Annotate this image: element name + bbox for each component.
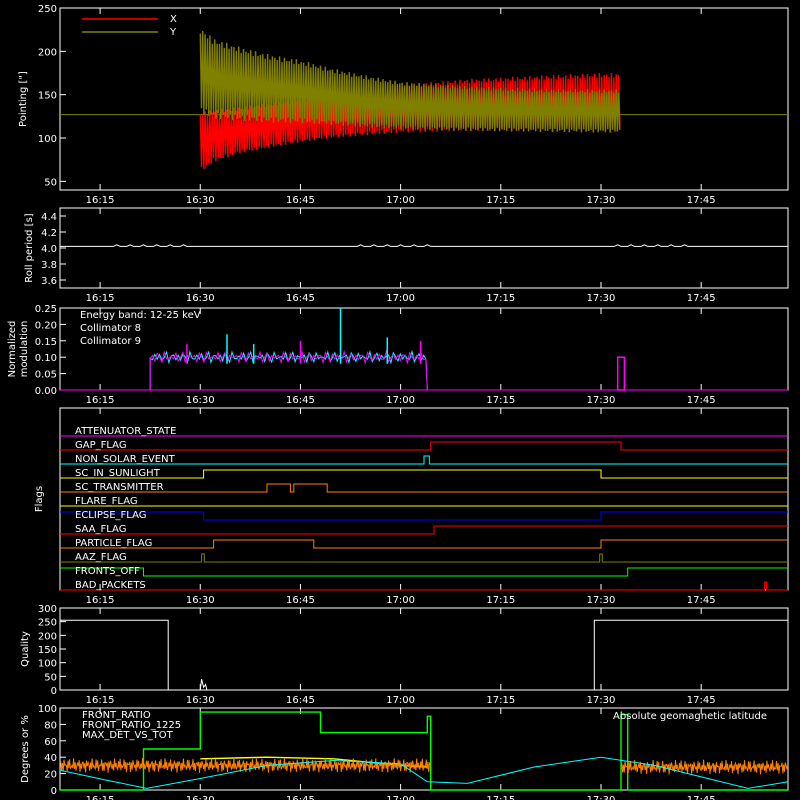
modulation-xtick-label: 17:45: [687, 395, 716, 406]
pointing-ytick-label: 100: [38, 134, 57, 145]
modulation-legend-2: Collimator 9: [80, 336, 141, 347]
fronts-xtick-label: 17:00: [386, 795, 415, 800]
flag-label-flare-flag: FLARE_FLAG: [75, 496, 138, 507]
quality-ytick-label: 250: [38, 618, 57, 629]
roll-xtick-label: 16:45: [286, 293, 315, 304]
pointing-ytick-label: 200: [38, 47, 57, 58]
fronts-ytick-label: 80: [44, 720, 57, 731]
fronts-ytick-label: 0: [51, 786, 57, 797]
pointing-ytick-label: 50: [44, 177, 57, 188]
pointing-xtick-label: 17:45: [687, 195, 716, 206]
roll-xtick-label: 16:15: [86, 293, 115, 304]
pointing-xtick-label: 17:00: [386, 195, 415, 206]
roll-xtick-label: 17:30: [587, 293, 616, 304]
flags-xtick-label: 17:15: [486, 595, 515, 606]
fronts-legend-max-det-vs-tot: MAX_DET_VS_TOT: [82, 730, 174, 741]
pointing-xtick-label: 17:30: [587, 195, 616, 206]
quality-ytick-label: 200: [38, 631, 57, 642]
modulation-ytick-label: 0.15: [35, 337, 57, 348]
flag-label-sc-in-sunlight: SC_IN_SUNLIGHT: [75, 468, 161, 479]
flags-ylabel: Flags: [34, 486, 45, 512]
flag-label-saa-flag: SAA_FLAG: [75, 524, 126, 535]
flag-label-particle-flag: PARTICLE_FLAG: [75, 538, 152, 549]
quality-xtick-label: 17:15: [486, 695, 515, 706]
modulation-ytick-label: 0.10: [35, 353, 57, 364]
fronts-ytick-label: 60: [44, 737, 57, 748]
roll-ytick-label: 4.0: [41, 244, 57, 255]
quality-ytick-label: 100: [38, 659, 57, 670]
modulation-ylabel-line2: modulation: [19, 321, 30, 378]
quality-xtick-label: 16:45: [286, 695, 315, 706]
roll-ytick-label: 3.8: [41, 260, 57, 271]
modulation-xtick-label: 17:00: [386, 395, 415, 406]
modulation-ylabel-line1: Normalized: [7, 321, 18, 378]
fronts-xtick-label: 17:45: [687, 795, 716, 800]
fronts-annotation-geomagnetic: Absolute geomagnetic latitude: [613, 711, 767, 722]
roll-ytick-label: 4.2: [41, 228, 57, 239]
modulation-legend-1: Collimator 8: [80, 323, 141, 334]
roll-ytick-label: 3.6: [41, 276, 57, 287]
fronts-xtick-label: 16:30: [186, 795, 215, 800]
modulation-xtick-label: 16:15: [86, 395, 115, 406]
flag-label-non-solar-event: NON_SOLAR_EVENT: [75, 454, 176, 465]
quality-xtick-label: 17:45: [687, 695, 716, 706]
fronts-ytick-label: 40: [44, 753, 57, 764]
fronts-xtick-label: 16:45: [286, 795, 315, 800]
fronts-xtick-label: 17:30: [587, 795, 616, 800]
flag-label-eclipse-flag: ECLIPSE_FLAG: [75, 510, 146, 521]
quality-ytick-label: 300: [38, 604, 57, 615]
fronts-ytick-label: 100: [38, 704, 57, 715]
pointing-legend-label-x: X: [170, 14, 177, 25]
quality-ytick-label: 150: [38, 645, 57, 656]
roll-ytick-label: 4.4: [41, 212, 57, 223]
fronts-xtick-label: 16:15: [86, 795, 115, 800]
fronts-xtick-label: 17:15: [486, 795, 515, 800]
flags-xtick-label: 16:15: [86, 595, 115, 606]
flags-xtick-label: 16:45: [286, 595, 315, 606]
fronts-ylabel: Degrees or %: [20, 715, 31, 783]
flags-xtick-label: 17:00: [386, 595, 415, 606]
quality-xtick-label: 16:15: [86, 695, 115, 706]
quality-xtick-label: 17:00: [386, 695, 415, 706]
flag-label-fronts-off: FRONTS_OFF: [75, 566, 140, 577]
pointing-ytick-label: 250: [38, 4, 57, 15]
modulation-energy-band-label: Energy band: 12-25 keV: [80, 310, 201, 321]
roll-xtick-label: 17:45: [687, 293, 716, 304]
roll-xtick-label: 16:30: [186, 293, 215, 304]
modulation-ytick-label: 0.25: [35, 304, 57, 315]
quality-xtick-label: 17:30: [587, 695, 616, 706]
flag-label-gap-flag: GAP_FLAG: [75, 440, 127, 451]
modulation-ytick-label: 0.20: [35, 320, 57, 331]
quality-xtick-label: 16:30: [186, 695, 215, 706]
roll-xtick-label: 17:15: [486, 293, 515, 304]
pointing-xtick-label: 16:45: [286, 195, 315, 206]
modulation-xtick-label: 17:15: [486, 395, 515, 406]
pointing-legend-label-y: Y: [169, 27, 177, 38]
modulation-xtick-label: 17:30: [587, 395, 616, 406]
pointing-ytick-label: 150: [38, 91, 57, 102]
pointing-xtick-label: 17:15: [486, 195, 515, 206]
flag-label-bad-packets: BAD_PACKETS: [75, 580, 146, 591]
pointing-xtick-label: 16:30: [186, 195, 215, 206]
flag-label-attenuator-state: ATTENUATOR_STATE: [75, 426, 176, 437]
roll-xtick-label: 17:00: [386, 293, 415, 304]
fronts-ytick-label: 20: [44, 770, 57, 781]
modulation-xtick-label: 16:45: [286, 395, 315, 406]
quality-ytick-label: 50: [44, 672, 57, 683]
pointing-ylabel: Pointing ["]: [18, 71, 29, 127]
pointing-xtick-label: 16:15: [86, 195, 115, 206]
modulation-ytick-label: 0.05: [35, 370, 57, 381]
quality-ylabel: Quality: [20, 631, 31, 667]
roll-ylabel: Roll period [s]: [24, 213, 35, 282]
flag-label-sc-transmitter: SC_TRANSMITTER: [75, 482, 164, 493]
modulation-xtick-label: 16:30: [186, 395, 215, 406]
flags-xtick-label: 17:30: [587, 595, 616, 606]
quality-ytick-label: 0: [51, 686, 57, 697]
flag-label-aaz-flag: AAZ_FLAG: [75, 552, 127, 563]
modulation-ytick-label: 0.00: [35, 386, 57, 397]
flags-xtick-label: 16:30: [186, 595, 215, 606]
rhessi-quicklook-figure: 16:15 16:30 16:45 17:00 17:15 17:30 17:45 50 100…: [0, 0, 800, 800]
flags-xtick-label: 17:45: [687, 595, 716, 606]
